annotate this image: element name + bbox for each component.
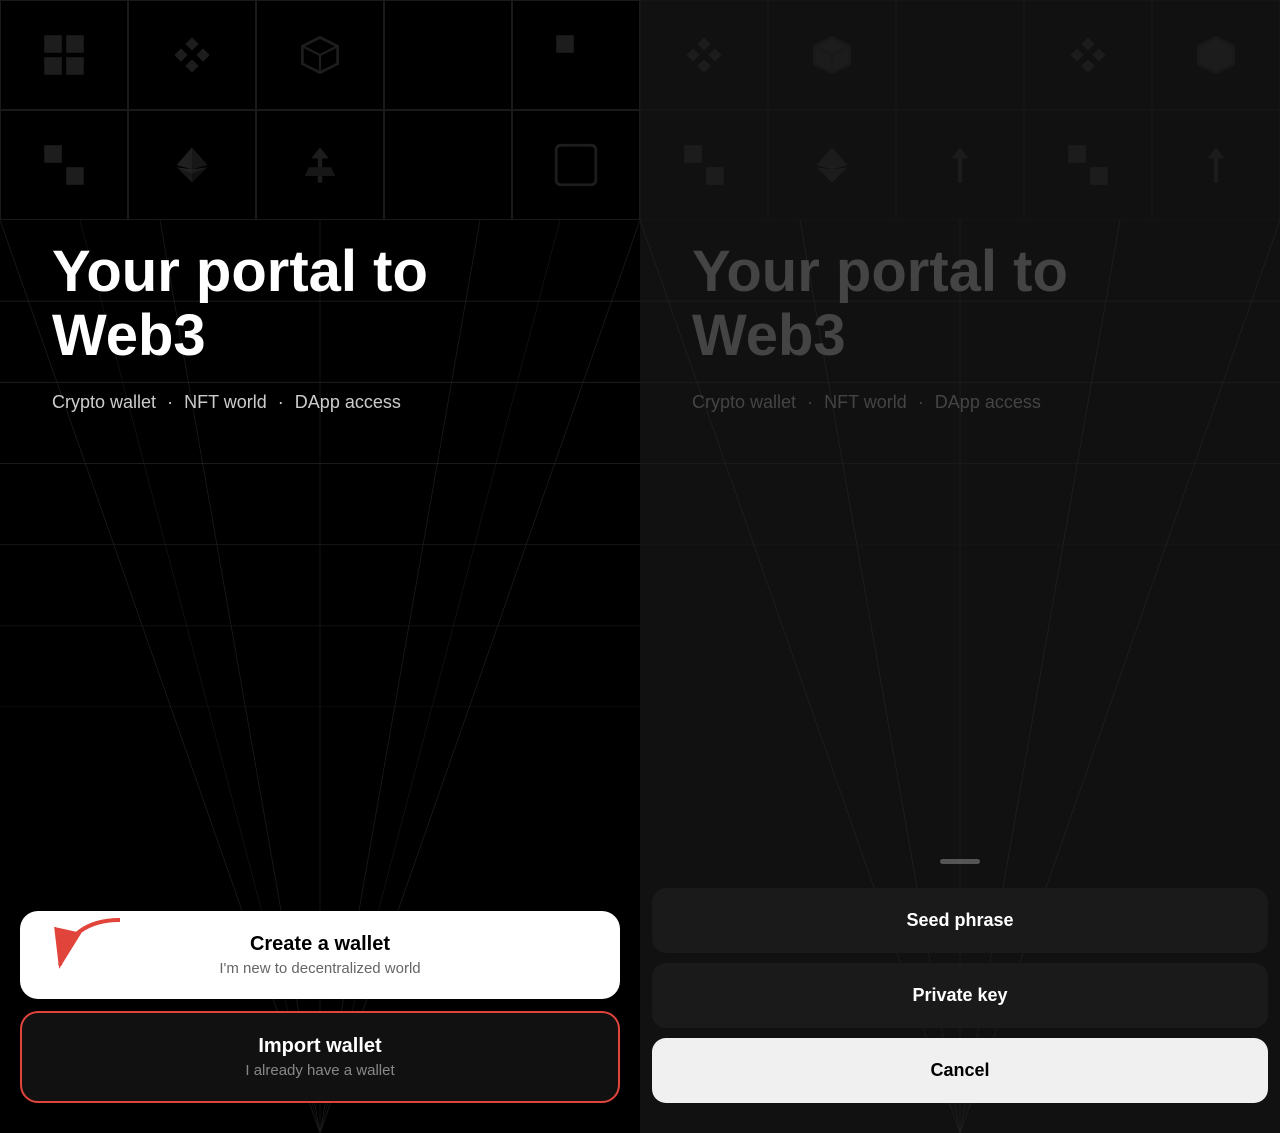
- box-icon-r: [810, 33, 854, 77]
- icon-cell: [256, 110, 384, 220]
- subtitle-dapp: DApp access: [295, 392, 401, 412]
- icon-cell-r2: [768, 0, 896, 110]
- icon-grid-left: [0, 0, 640, 220]
- icon-cell: [512, 110, 640, 220]
- icon-cell: [384, 110, 512, 220]
- icon-cell: [0, 110, 128, 220]
- subtitle-crypto: Crypto wallet: [52, 392, 156, 412]
- grid-icon-partial: [554, 33, 598, 77]
- hero-title-right: Your portal to Web3: [692, 240, 1228, 368]
- import-wallet-subtitle: I already have a wallet: [245, 1062, 394, 1079]
- seed-phrase-button[interactable]: Seed phrase: [652, 888, 1268, 953]
- icon-cell-r3: [896, 0, 1024, 110]
- hero-title-left: Your portal to Web3: [52, 240, 588, 368]
- dot-1: ·: [167, 392, 173, 412]
- partial-box-icon: [554, 143, 598, 187]
- icon-cell: [128, 0, 256, 110]
- icon-cell-r10: [1152, 110, 1280, 220]
- box-icon-r2: [1194, 33, 1238, 77]
- icon-cell-r7: [768, 110, 896, 220]
- icon-cell: [256, 0, 384, 110]
- subtitle-nft: NFT world: [184, 392, 267, 412]
- import-wallet-title: Import wallet: [258, 1035, 381, 1058]
- hero-subtitle-right: Crypto wallet · NFT world · DApp access: [692, 392, 1041, 413]
- icon-grid-right: [640, 0, 1280, 220]
- road-icon-r: [938, 143, 982, 187]
- icon-cell: [512, 0, 640, 110]
- icon-cell: [0, 0, 128, 110]
- right-panel: Your portal to Web3 Crypto wallet · NFT …: [640, 0, 1280, 1133]
- left-panel: Your portal to Web3 Crypto wallet · NFT …: [0, 0, 640, 1133]
- hero-content-right: Your portal to Web3 Crypto wallet · NFT …: [640, 240, 1280, 413]
- binance-icon: [170, 33, 214, 77]
- subtitle-crypto-r: Crypto wallet: [692, 392, 796, 412]
- binance-icon-r2: [1066, 33, 1110, 77]
- ethereum-icon: [170, 143, 214, 187]
- icon-cell-r4: [1024, 0, 1152, 110]
- checker-icon-r2: [1066, 143, 1110, 187]
- icon-cell-r8: [896, 110, 1024, 220]
- ethereum-icon-r: [810, 143, 854, 187]
- subtitle-nft-r: NFT world: [824, 392, 907, 412]
- checker-icon-r: [682, 143, 726, 187]
- dot-r2: ·: [918, 392, 924, 412]
- grid-icon: [42, 33, 86, 77]
- road-icon-r2: [1194, 143, 1238, 187]
- binance-icon-r: [682, 33, 726, 77]
- create-wallet-subtitle: I'm new to decentralized world: [219, 960, 420, 977]
- create-wallet-title: Create a wallet: [250, 933, 390, 956]
- cancel-button[interactable]: Cancel: [652, 1038, 1268, 1103]
- dot-2: ·: [278, 392, 284, 412]
- icon-cell-r5: [1152, 0, 1280, 110]
- icon-cell-r6: [640, 110, 768, 220]
- icon-cell: [384, 0, 512, 110]
- dot-r1: ·: [807, 392, 813, 412]
- icon-cell-r1: [640, 0, 768, 110]
- private-key-button[interactable]: Private key: [652, 963, 1268, 1028]
- icon-cell-r9: [1024, 110, 1152, 220]
- icon-cell: [128, 110, 256, 220]
- red-arrow-indicator: [40, 910, 130, 985]
- import-wallet-card[interactable]: Import wallet I already have a wallet: [20, 1011, 620, 1103]
- hero-subtitle-left: Crypto wallet · NFT world · DApp access: [52, 392, 401, 413]
- subtitle-dapp-r: DApp access: [935, 392, 1041, 412]
- action-sheet: Seed phrase Private key Cancel: [640, 859, 1280, 1133]
- box-icon: [298, 33, 342, 77]
- checker-icon: [42, 143, 86, 187]
- hero-content-left: Your portal to Web3 Crypto wallet · NFT …: [0, 240, 640, 413]
- road-icon: [298, 143, 342, 187]
- sheet-handle: [940, 859, 980, 864]
